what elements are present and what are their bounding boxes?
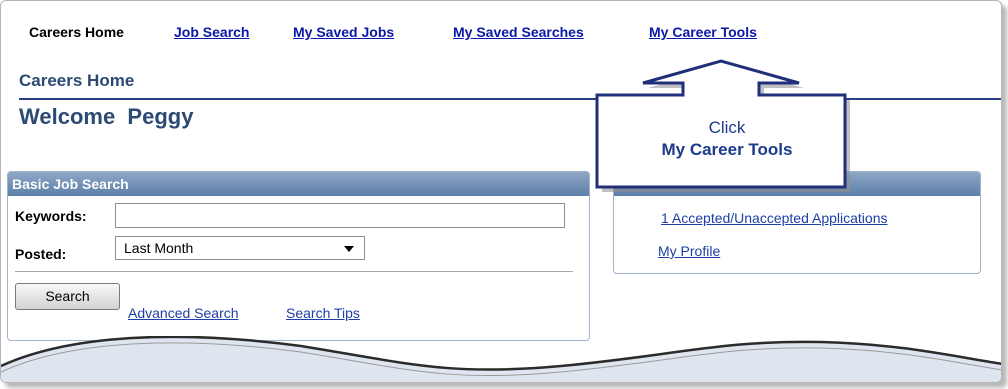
basic-job-search-panel: Basic Job Search Keywords: Posted: Last … xyxy=(7,171,590,341)
search-tips-link[interactable]: Search Tips xyxy=(286,305,360,321)
callout-instruction: Click My Career Tools xyxy=(601,117,853,161)
chevron-down-icon xyxy=(344,246,354,252)
nav-my-saved-searches-link[interactable]: My Saved Searches xyxy=(453,24,584,40)
callout-line-click: Click xyxy=(708,118,746,137)
keywords-label: Keywords: xyxy=(15,208,87,224)
my-profile-link[interactable]: My Profile xyxy=(658,243,720,259)
advanced-search-link[interactable]: Advanced Search xyxy=(128,305,239,321)
nav-my-saved-jobs-link[interactable]: My Saved Jobs xyxy=(293,24,394,40)
keywords-input[interactable] xyxy=(115,203,565,228)
search-button[interactable]: Search xyxy=(15,283,120,310)
posted-select-value: Last Month xyxy=(124,240,194,256)
posted-label: Posted: xyxy=(15,246,67,262)
applications-link[interactable]: 1 Accepted/Unaccepted Applications xyxy=(661,210,888,226)
nav-job-search-link[interactable]: Job Search xyxy=(174,24,249,40)
search-divider xyxy=(15,271,573,272)
page-frame: Careers Home Job Search My Saved Jobs My… xyxy=(0,0,1002,383)
nav-careers-home: Careers Home xyxy=(29,24,124,40)
welcome-heading: Welcome Peggy xyxy=(19,104,194,129)
page-breadcrumb: Careers Home xyxy=(19,71,135,90)
posted-select[interactable]: Last Month xyxy=(115,236,365,260)
basic-job-search-title: Basic Job Search xyxy=(8,172,589,196)
torn-page-edge xyxy=(1,336,1001,382)
callout-line-target: My Career Tools xyxy=(661,140,793,159)
nav-my-career-tools-link[interactable]: My Career Tools xyxy=(649,24,757,40)
